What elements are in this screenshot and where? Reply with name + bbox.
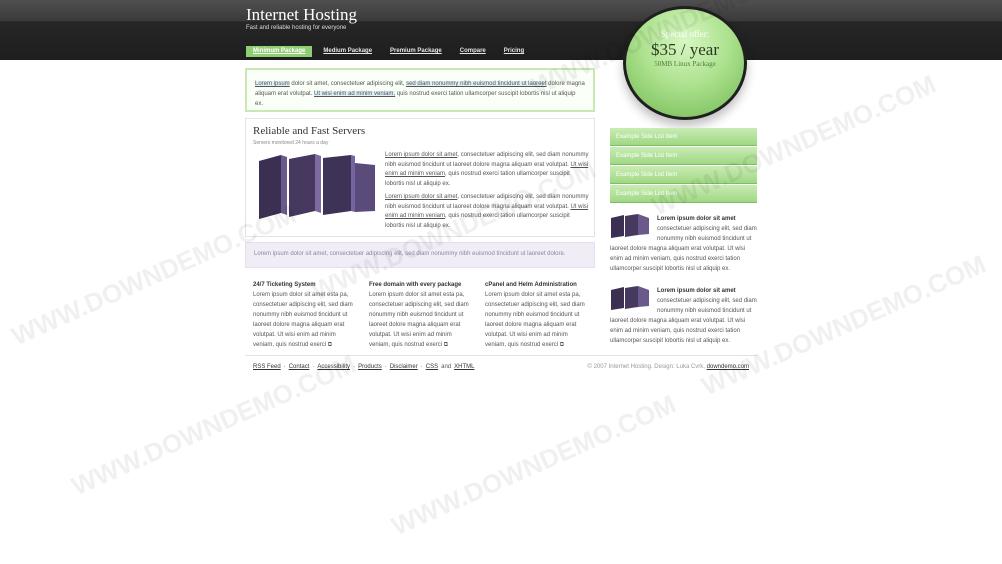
nav-item-premium-package[interactable]: Premium Package bbox=[383, 46, 449, 57]
footer-link-disclaimer[interactable]: Disclaimer bbox=[390, 364, 418, 370]
text-link[interactable]: Lorem ipsum dolor sit amet bbox=[385, 152, 457, 158]
offer-description: 50MB Linux Package bbox=[654, 60, 716, 68]
offer-label: Special offer: bbox=[660, 29, 710, 39]
intro-highlight[interactable]: sed diam nonummy nibh euismod tincidunt … bbox=[406, 81, 547, 87]
site-tagline: Fast and reliable hosting for everyone bbox=[246, 25, 347, 31]
footer-link-css[interactable]: CSS bbox=[426, 364, 438, 370]
footer-link-rss-feed[interactable]: RSS Feed bbox=[253, 364, 281, 370]
feature-title: Free domain with every package bbox=[369, 282, 462, 288]
sidebar-list-item[interactable]: Example Side List Item bbox=[610, 166, 757, 184]
sidebar-block: Lorem ipsum dolor sit amet consectetuer … bbox=[610, 214, 757, 274]
intro-link-lorem[interactable]: Lorem ipsum bbox=[255, 81, 290, 87]
sidebar-list-item[interactable]: Example Side List Item bbox=[610, 147, 757, 165]
nav-item-medium-package[interactable]: Medium Package bbox=[316, 46, 379, 57]
server-rack-image bbox=[259, 154, 375, 219]
footer-link-contact[interactable]: Contact bbox=[289, 364, 310, 370]
text-link[interactable]: Lorem ipsum dolor sit amet bbox=[385, 194, 457, 200]
servers-paragraph-1: Lorem ipsum dolor sit amet, consectetuer… bbox=[385, 151, 589, 189]
site-title[interactable]: Internet Hosting bbox=[246, 5, 357, 25]
feature-text: Lorem ipsum dolor sit amet esta pa, cons… bbox=[253, 292, 353, 348]
intro-link-ut-wisi[interactable]: Ut wisi enim ad minim veniam, bbox=[314, 91, 396, 97]
section-subheading: Servers monitored 24 hours a day bbox=[253, 140, 329, 146]
server-thumbnail-image bbox=[611, 286, 649, 310]
footer-credit-link[interactable]: downdemo.com bbox=[707, 364, 749, 370]
intro-text: dolor sit amet, consectetuer adipiscing … bbox=[289, 81, 407, 87]
special-offer-badge[interactable]: Special offer: $35 / year 50MB Linux Pac… bbox=[623, 6, 747, 120]
feature-title: cPanel and Helm Administration bbox=[485, 282, 577, 288]
features-row: 24/7 Ticketing System Lorem ipsum dolor … bbox=[253, 280, 593, 350]
footer-link-accessibility[interactable]: Accessibility bbox=[317, 364, 350, 370]
watermark-text: WWW.DOWNDEMO.COM bbox=[386, 388, 681, 542]
feature-text: Lorem ipsum dolor sit amet esta pa, cons… bbox=[485, 292, 585, 348]
section-heading: Reliable and Fast Servers bbox=[253, 125, 366, 137]
feature-text: Lorem ipsum dolor sit amet esta pa, cons… bbox=[369, 292, 469, 348]
sidebar-block: Lorem ipsum dolor sit amet consectetuer … bbox=[610, 286, 757, 346]
footer-link-xhtml[interactable]: XHTML bbox=[454, 364, 474, 370]
sidebar-block-title: Lorem ipsum dolor sit amet bbox=[657, 216, 736, 222]
sidebar-list-item[interactable]: Example Side List Item bbox=[610, 128, 757, 146]
more-icon[interactable]: ⧉ bbox=[444, 342, 448, 348]
nav-item-compare[interactable]: Compare bbox=[453, 46, 493, 57]
feature-column: Free domain with every package Lorem ips… bbox=[369, 280, 474, 350]
nav-item-pricing[interactable]: Pricing bbox=[497, 46, 531, 57]
servers-paragraph-2: Lorem ipsum dolor sit amet, consectetuer… bbox=[385, 193, 589, 231]
intro-box: Lorem ipsum dolor sit amet, consectetuer… bbox=[245, 68, 595, 112]
server-thumbnail-image bbox=[611, 214, 649, 238]
footer-links: RSS Feed · Contact · Accessibility · Produc… bbox=[253, 364, 475, 370]
feature-column: 24/7 Ticketing System Lorem ipsum dolor … bbox=[253, 280, 358, 350]
sidebar-list-item[interactable]: Example Side List Item bbox=[610, 185, 757, 203]
sidebar-block-text: consectetuer adipiscing elit, sed diam n… bbox=[657, 226, 757, 242]
footer-link-products[interactable]: Products bbox=[358, 364, 382, 370]
sidebar-block-text: laoreet dolore magna aliquam erat volutp… bbox=[610, 246, 746, 272]
sidebar-block-text: laoreet dolore magna aliquam erat volutp… bbox=[610, 318, 746, 344]
notice-box: Lorem ipsum dolor sit amet, consectetuer… bbox=[245, 242, 595, 268]
feature-title: 24/7 Ticketing System bbox=[253, 282, 316, 288]
footer-and-text: and bbox=[441, 364, 452, 370]
more-icon[interactable]: ⧉ bbox=[328, 342, 332, 348]
servers-section: Reliable and Fast Servers Servers monito… bbox=[245, 118, 595, 237]
more-icon[interactable]: ⧉ bbox=[560, 342, 564, 348]
feature-column: cPanel and Helm Administration Lorem ips… bbox=[485, 280, 590, 350]
footer-copyright: © 2007 Internet Hosting. Design: Luka Cv… bbox=[587, 364, 749, 370]
sidebar-list: Example Side List Item Example Side List… bbox=[610, 128, 757, 204]
header-bar: Internet Hosting Fast and reliable hosti… bbox=[0, 0, 1002, 60]
nav-item-minimum-package[interactable]: Minimum Package bbox=[246, 46, 313, 57]
main-nav: Minimum Package Medium Package Premium P… bbox=[246, 46, 531, 57]
sidebar-block-title: Lorem ipsum dolor sit amet bbox=[657, 288, 736, 294]
offer-price: $35 / year bbox=[651, 40, 719, 59]
sidebar-block-text: consectetuer adipiscing elit, sed diam n… bbox=[657, 298, 757, 314]
footer: RSS Feed · Contact · Accessibility · Produc… bbox=[245, 355, 757, 375]
